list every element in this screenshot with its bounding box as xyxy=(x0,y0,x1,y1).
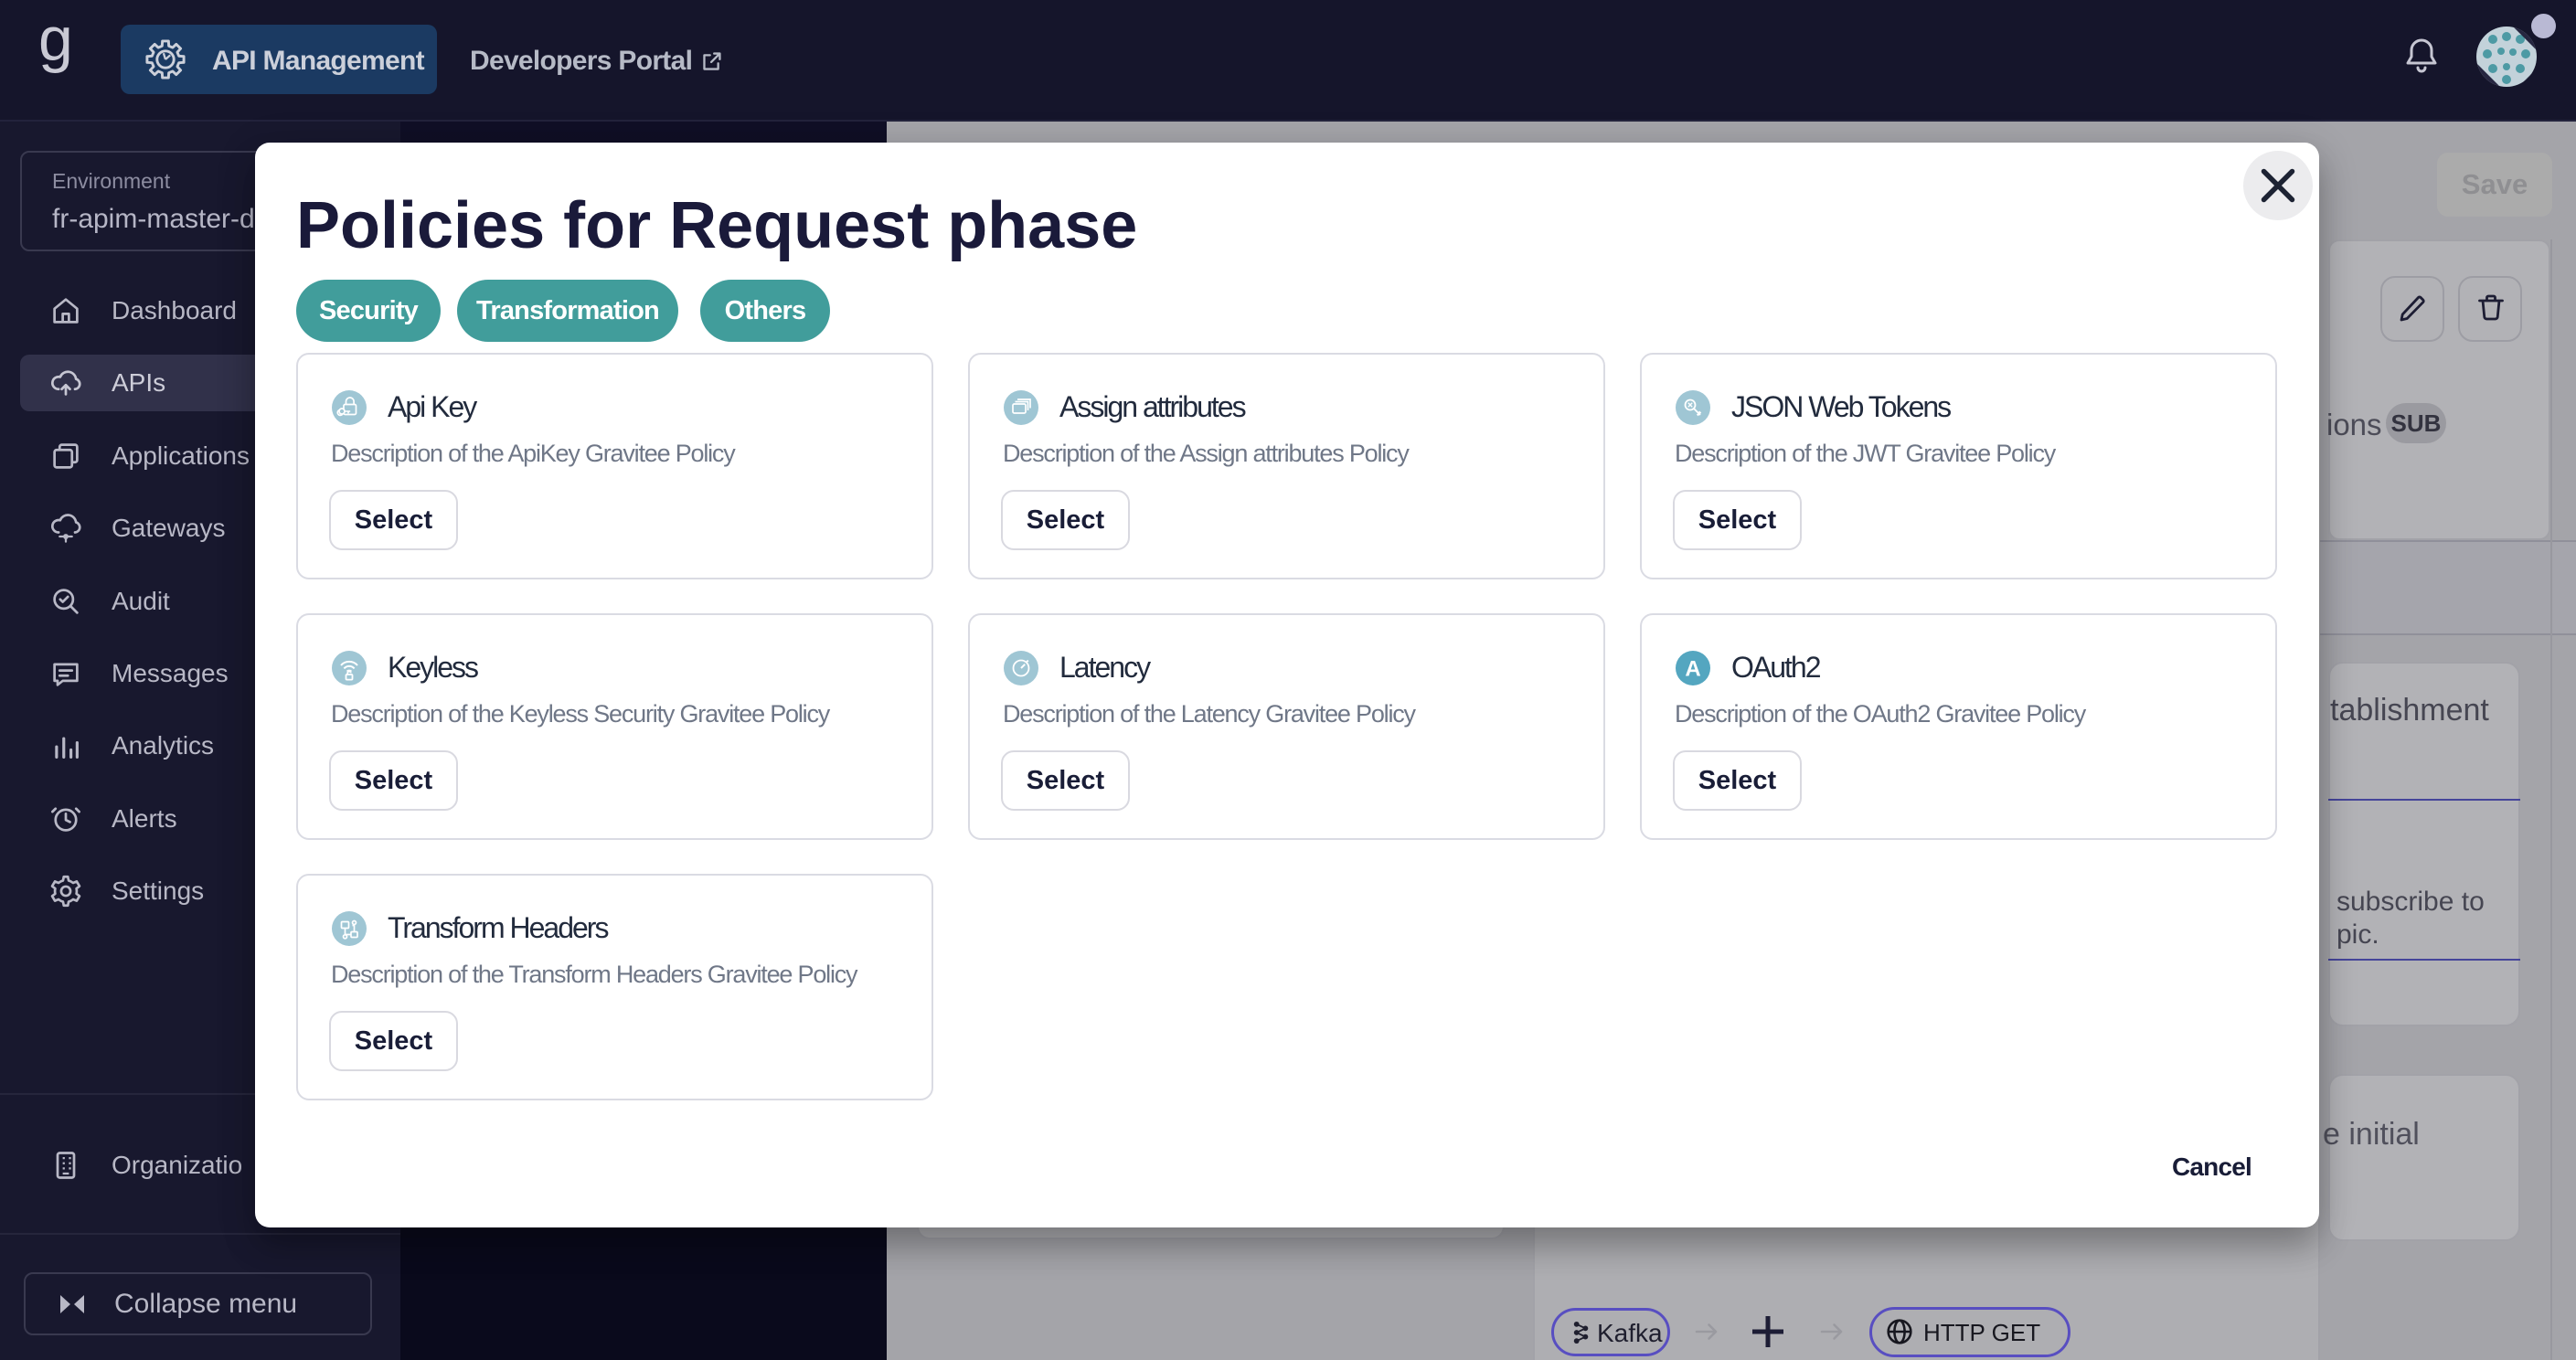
svg-text:A: A xyxy=(1685,657,1700,682)
